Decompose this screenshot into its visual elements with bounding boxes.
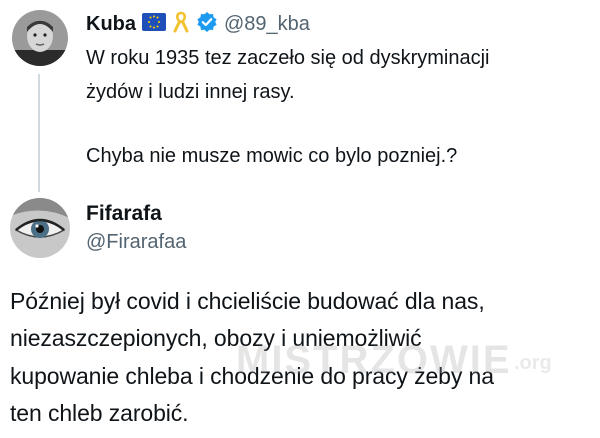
tweet-text-line-2: żydów i ludzi innej rasy.: [86, 81, 295, 103]
tweet-text-line-3: Chyba nie musze mowic co bylo pozniej.?: [86, 145, 458, 167]
yellow-ribbon-icon: [172, 11, 190, 38]
tweet-text-line-1: W roku 1935 tez zaczeło się od dyskrymin…: [86, 47, 490, 69]
reply-text-line-3: kupowanie chleba i chodzenie do pracy że…: [10, 363, 494, 389]
reply-text-line-4: ten chleb zarobić.: [10, 400, 189, 426]
original-tweet-header: Kuba @89_kba: [86, 10, 310, 38]
reply-display-name[interactable]: Fifarafa: [86, 202, 162, 226]
reply-text-line-1: Później był covid i chcieliście budować …: [10, 288, 485, 314]
watermark-suffix: .org: [514, 352, 552, 374]
thread-line: [38, 74, 40, 192]
display-name[interactable]: Kuba: [86, 13, 136, 36]
verified-badge-icon: [196, 11, 218, 38]
reply-handle[interactable]: @Firarafaa: [86, 231, 186, 254]
reply-text-line-2: niezaszczepionych, obozy i uniemożliwić: [10, 325, 422, 351]
avatar-fifarafa[interactable]: [10, 198, 70, 258]
eu-flag-icon: [142, 12, 166, 36]
avatar-kuba[interactable]: [12, 10, 68, 66]
handle[interactable]: @89_kba: [224, 13, 310, 36]
